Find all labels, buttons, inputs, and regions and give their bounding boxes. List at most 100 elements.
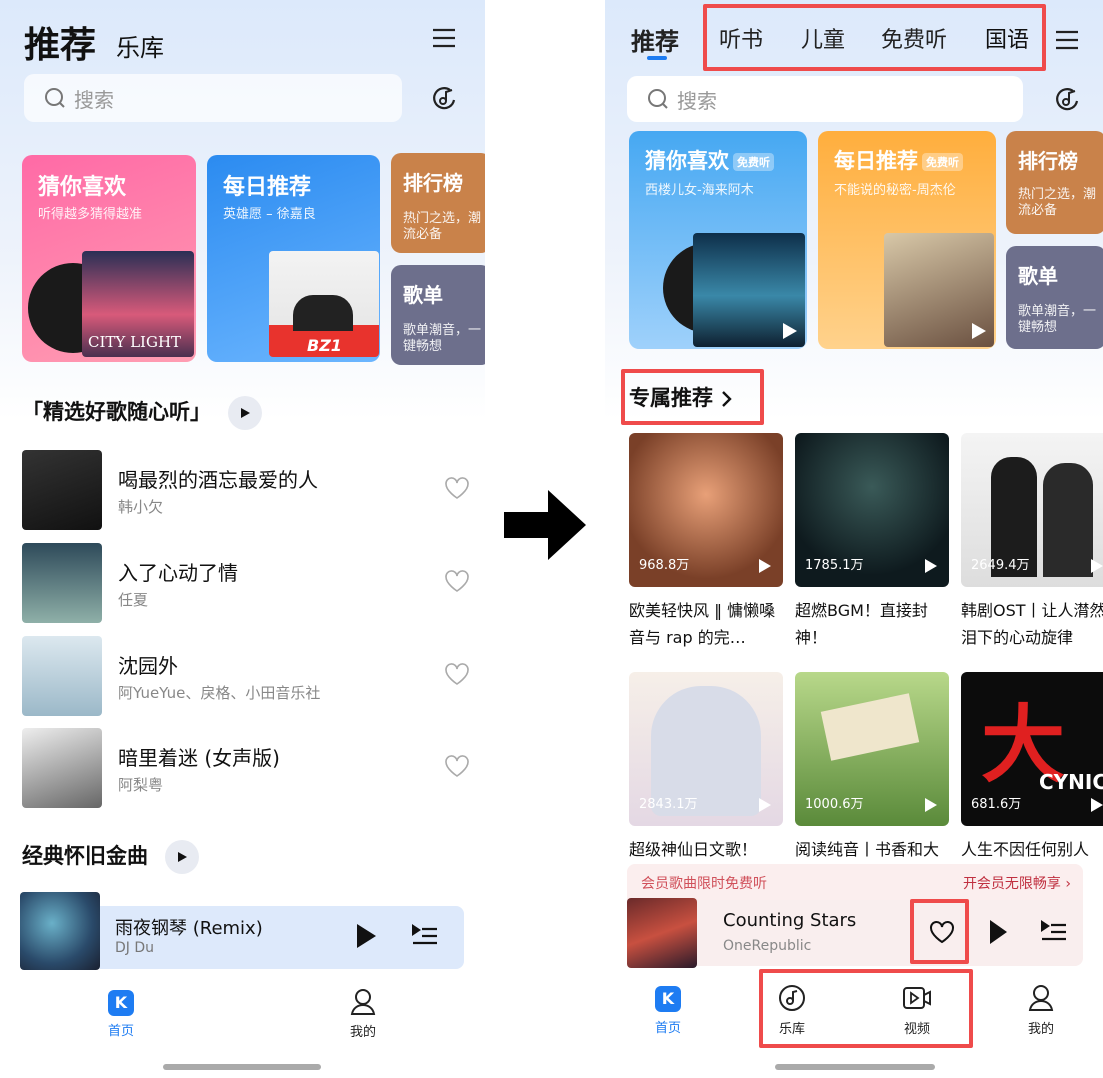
card-title: 歌单 [403, 283, 443, 307]
song-cover [22, 636, 102, 716]
playlist-cover: 2843.1万 [629, 672, 783, 826]
play-count: 968.8万 [639, 558, 690, 573]
search-input[interactable]: 搜索 [627, 76, 1023, 122]
card-subtitle: 热门之选，潮流必备 [403, 211, 482, 242]
play-icon[interactable] [757, 796, 773, 814]
section-title-text: 「精选好歌随心听」 [22, 400, 211, 424]
card-title: 歌单 [1018, 264, 1058, 288]
playlist-tile[interactable]: 大 CYNIC 681.6万 人生不因任何别人 [961, 672, 1103, 890]
player-title: Counting Stars [723, 910, 857, 931]
song-row[interactable]: 沈园外 阿YueYue、戾格、小田音乐社 [22, 636, 482, 716]
playlist-cover: 1000.6万 [795, 672, 949, 826]
heart-icon[interactable] [444, 569, 470, 593]
playlist-cover: 2649.4万 [961, 433, 1103, 587]
search-input[interactable]: 搜索 [24, 74, 402, 122]
nav-home[interactable]: K 首页 [645, 986, 691, 1036]
nav-mine[interactable]: 我的 [1018, 984, 1064, 1037]
play-count: 1000.6万 [805, 797, 864, 812]
song-row[interactable]: 入了心动了情 任夏 [22, 543, 482, 623]
playlist-cover: 1785.1万 [795, 433, 949, 587]
play-icon[interactable] [1089, 557, 1103, 575]
song-title: 入了心动了情 [118, 561, 238, 585]
menu-icon[interactable] [1055, 28, 1079, 52]
tab-library[interactable]: 乐库 [116, 28, 164, 63]
playlist-card[interactable]: 歌单 歌单潮音，一键畅想 [1006, 246, 1103, 349]
tab-recommend[interactable]: 推荐 [631, 22, 679, 57]
playlist-tile[interactable]: 968.8万 欧美轻快风 ‖ 慵懒嗓音与 rap 的完… [629, 433, 783, 651]
play-icon[interactable] [228, 396, 263, 430]
promo-text: 会员歌曲限时免费听 [641, 876, 767, 892]
play-icon[interactable] [165, 840, 200, 874]
daily-recommend-card[interactable]: 每日推荐 英雄愿 – 徐嘉良 BZ1 [207, 155, 380, 362]
song-row[interactable]: 喝最烈的酒忘最爱的人 韩小欠 [22, 450, 482, 530]
album-cover: BZ1 [269, 251, 379, 357]
nav-home[interactable]: K 首页 [98, 990, 144, 1039]
page-title: 推荐 [24, 25, 97, 66]
card-title: 排行榜 [1018, 149, 1078, 173]
play-icon[interactable] [923, 796, 939, 814]
song-cover [22, 728, 102, 808]
cover-book [820, 693, 920, 761]
player-artist: OneRepublic [723, 938, 812, 954]
playlist-tile[interactable]: 2843.1万 超级神仙日文歌！ [629, 672, 783, 890]
heart-icon[interactable] [444, 754, 470, 778]
search-placeholder: 搜索 [677, 88, 717, 113]
play-icon[interactable] [923, 557, 939, 575]
play-icon[interactable] [970, 321, 988, 341]
search-icon [647, 88, 669, 110]
player-cover [20, 892, 100, 970]
mini-player[interactable]: 雨夜钢琴 (Remix) DJ Du [20, 892, 464, 970]
play-icon[interactable] [781, 321, 799, 341]
ranking-card[interactable]: 排行榜 热门之选，潮流必备 [391, 153, 485, 253]
promo-link[interactable]: 开会员无限畅享 › [963, 873, 1071, 893]
playlist-icon[interactable] [1041, 919, 1067, 945]
vip-promo-bar[interactable]: 会员歌曲限时免费听 开会员无限畅享 › [627, 864, 1083, 900]
card-subtitle: 热门之选，潮流必备 [1018, 187, 1097, 218]
playlist-icon[interactable] [412, 923, 438, 949]
playlist-tile[interactable]: 1000.6万 阅读纯音丨书香和大自然的双重滋养 [795, 672, 949, 890]
album-cover [884, 233, 994, 347]
guess-you-like-card[interactable]: 猜你喜欢 听得越多猜得越准 CITY LIGHT [22, 155, 196, 362]
guess-you-like-card[interactable]: 猜你喜欢 免费听 西楼儿女-海来阿木 [629, 131, 807, 349]
ranking-card[interactable]: 排行榜 热门之选，潮流必备 [1006, 131, 1103, 234]
menu-icon[interactable] [432, 26, 456, 50]
card-subtitle: 不能说的秘密-周杰伦 [834, 183, 956, 198]
song-cover [22, 543, 102, 623]
player-title: 雨夜钢琴 (Remix) [115, 918, 263, 939]
card-title: 每日推荐 [223, 175, 312, 200]
song-row[interactable]: 暗里着迷 (女声版) 阿梨粤 [22, 728, 482, 808]
arrow-right-icon [504, 490, 588, 560]
playlist-caption: 超燃BGM！直接封神！ [795, 601, 928, 647]
song-title: 喝最烈的酒忘最爱的人 [118, 468, 318, 492]
card-subtitle: 歌单潮音，一键畅想 [1018, 304, 1097, 335]
section-title[interactable]: 「精选好歌随心听」 [22, 396, 263, 430]
tab-indicator [647, 56, 667, 60]
card-subtitle: 听得越多猜得越准 [38, 207, 143, 222]
music-recognize-icon[interactable] [1053, 85, 1081, 113]
play-count: 681.6万 [971, 797, 1022, 812]
play-count: 2649.4万 [971, 558, 1030, 573]
playlist-tile[interactable]: 1785.1万 超燃BGM！直接封神！ [795, 433, 949, 651]
play-icon[interactable] [757, 557, 773, 575]
playlist-card[interactable]: 歌单 歌单潮音，一键畅想 [391, 265, 485, 365]
heart-icon[interactable] [444, 662, 470, 686]
play-icon[interactable] [987, 918, 1009, 946]
nav-label: 首页 [654, 1021, 681, 1036]
app-logo-icon: K [655, 986, 681, 1012]
playlist-tile[interactable]: 2649.4万 韩剧OST丨让人潸然泪下的心动旋律 [961, 433, 1103, 651]
card-subtitle: 西楼儿女-海来阿木 [645, 183, 754, 198]
nav-mine[interactable]: 我的 [340, 988, 386, 1040]
cover-text: CYNIC [1039, 770, 1103, 794]
song-cover [22, 450, 102, 530]
play-icon[interactable] [354, 922, 378, 950]
heart-icon[interactable] [444, 476, 470, 500]
nav-label: 我的 [349, 1025, 376, 1040]
daily-recommend-card[interactable]: 每日推荐 免费听 不能说的秘密-周杰伦 [818, 131, 996, 349]
mini-player[interactable]: Counting Stars OneRepublic [627, 898, 1083, 968]
home-indicator [163, 1064, 321, 1070]
playlist-cover: 968.8万 [629, 433, 783, 587]
play-icon[interactable] [1089, 796, 1103, 814]
song-artist: 阿YueYue、戾格、小田音乐社 [118, 684, 321, 702]
music-recognize-icon[interactable] [430, 84, 458, 112]
section-title[interactable]: 经典怀旧金曲 [22, 840, 200, 874]
